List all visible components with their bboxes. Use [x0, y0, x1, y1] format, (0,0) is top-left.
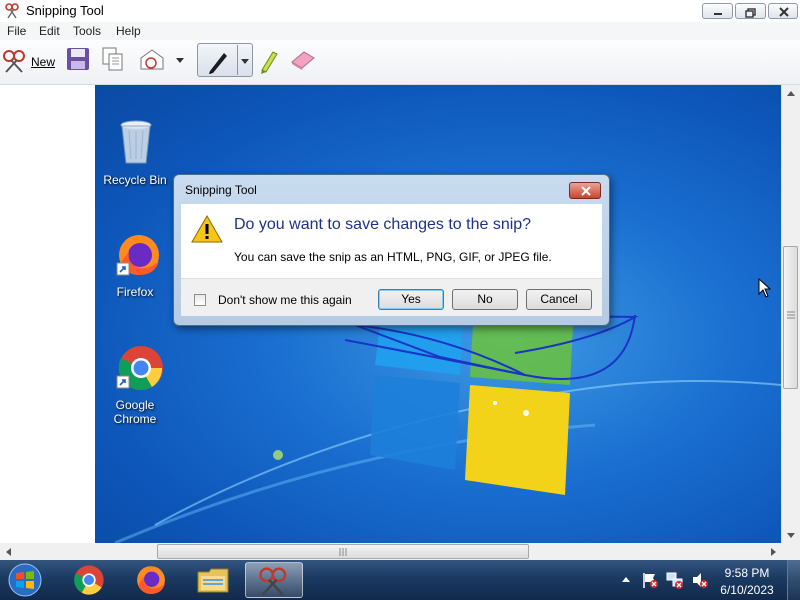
taskbar-chrome[interactable] — [62, 562, 116, 598]
window-title: Snipping Tool — [26, 3, 104, 18]
save-changes-dialog: Snipping Tool Do you want to save change… — [173, 174, 610, 326]
dialog-footer: Don't show me this again Yes No Cancel — [181, 278, 602, 316]
desktop-icon-label: Firefox — [116, 285, 154, 299]
scroll-right-icon[interactable] — [770, 547, 778, 557]
dropdown-arrow-icon[interactable] — [175, 57, 185, 65]
grip-icon — [787, 311, 795, 319]
no-button[interactable]: No — [452, 289, 518, 310]
taskbar-explorer[interactable] — [186, 562, 240, 598]
warning-icon — [191, 214, 223, 243]
mouse-cursor-icon — [758, 278, 772, 298]
minimize-icon — [714, 13, 722, 15]
dialog-message: You can save the snip as an HTML, PNG, G… — [234, 250, 552, 264]
maximize-icon — [745, 8, 756, 18]
menu-file[interactable]: File — [7, 24, 26, 38]
desktop-icon-recycle-bin[interactable]: Recycle Bin — [101, 119, 169, 191]
menu-edit[interactable]: Edit — [39, 24, 60, 38]
close-button[interactable] — [768, 3, 798, 19]
desktop-icon-chrome[interactable]: Google Chrome — [101, 344, 169, 430]
grip-icon — [339, 548, 347, 556]
copy-icon[interactable] — [100, 46, 126, 72]
network-icon[interactable] — [666, 571, 684, 589]
title-bar[interactable]: Snipping Tool — [0, 0, 800, 22]
desktop-icon-label: Google Chrome — [113, 398, 157, 426]
cancel-button[interactable]: Cancel — [526, 289, 592, 310]
clock-time[interactable]: 9:58 PM — [712, 566, 782, 580]
pen-dropdown-icon[interactable] — [240, 58, 250, 66]
menu-help[interactable]: Help — [116, 24, 141, 38]
pen-icon — [209, 53, 227, 74]
desktop-icon-label: Recycle Bin — [103, 173, 167, 187]
save-icon[interactable] — [65, 46, 91, 72]
scroll-up-icon[interactable] — [786, 89, 796, 97]
pen-button[interactable] — [197, 43, 253, 77]
dont-show-again-checkbox[interactable] — [194, 294, 206, 306]
explorer-icon — [197, 568, 229, 593]
dialog-close-button[interactable] — [569, 182, 601, 199]
snipping-tool-icon — [5, 3, 19, 19]
dialog-title: Snipping Tool — [185, 183, 257, 197]
highlighter-icon[interactable] — [258, 46, 280, 74]
horizontal-scroll-thumb[interactable] — [157, 544, 529, 559]
taskbar-firefox[interactable] — [124, 562, 178, 598]
close-icon — [779, 7, 789, 17]
clock-date[interactable]: 6/10/2023 — [712, 583, 782, 597]
vertical-scroll-thumb[interactable] — [783, 246, 798, 389]
recycle-bin-icon — [120, 120, 152, 164]
dialog-body: Do you want to save changes to the snip?… — [181, 204, 602, 278]
eraser-icon[interactable] — [288, 46, 316, 72]
menu-tools[interactable]: Tools — [73, 24, 101, 38]
snipping-tool-icon — [259, 567, 287, 596]
action-center-flag-icon[interactable] — [641, 571, 659, 589]
new-label[interactable]: New — [31, 55, 55, 69]
volume-muted-icon[interactable] — [691, 571, 709, 589]
new-snip-icon — [3, 50, 25, 73]
dont-show-again-label[interactable]: Don't show me this again — [218, 293, 352, 307]
taskbar-snipping-tool[interactable] — [245, 562, 303, 598]
start-icon[interactable] — [6, 562, 44, 598]
dialog-heading: Do you want to save changes to the snip? — [234, 216, 532, 233]
scroll-left-icon[interactable] — [4, 547, 12, 557]
show-hidden-icons-icon[interactable] — [621, 575, 631, 583]
chrome-icon — [116, 346, 163, 390]
firefox-icon — [116, 235, 159, 276]
minimize-button[interactable] — [702, 3, 733, 19]
scroll-down-icon[interactable] — [786, 532, 796, 540]
show-desktop-button[interactable] — [787, 560, 800, 600]
firefox-icon — [137, 566, 165, 594]
desktop-icon-firefox[interactable]: Firefox — [101, 233, 169, 305]
menu-bar: File Edit Tools Help — [0, 22, 800, 40]
yes-button[interactable]: Yes — [378, 289, 444, 310]
restore-button[interactable] — [735, 3, 766, 19]
scrollbar-corner — [781, 543, 800, 560]
send-snip-icon[interactable] — [138, 46, 166, 72]
chrome-icon — [74, 565, 104, 595]
close-icon — [581, 186, 591, 196]
toolbar: New — [0, 40, 800, 85]
